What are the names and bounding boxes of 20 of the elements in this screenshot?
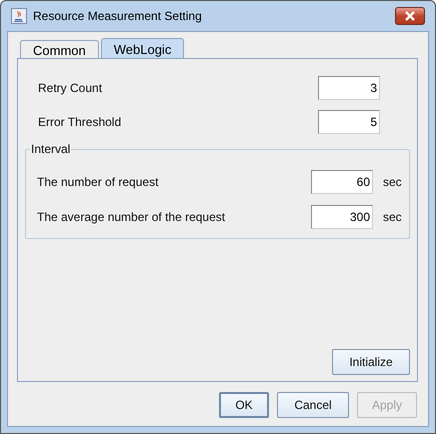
input-field[interactable]: 5 xyxy=(318,110,380,134)
dialog-button[interactable]: OK xyxy=(219,392,269,418)
close-button[interactable] xyxy=(395,7,425,25)
field-label: Retry Count xyxy=(38,81,104,95)
field-label: The number of request xyxy=(37,174,160,188)
tab[interactable]: WebLogic xyxy=(100,38,184,59)
tab[interactable]: Common xyxy=(20,40,99,60)
field-label: The average number of the request xyxy=(37,210,226,224)
unit-label: sec xyxy=(382,174,403,188)
input-field[interactable]: 60 xyxy=(311,170,373,194)
initialize-button[interactable]: Initialize xyxy=(332,349,410,375)
input-field[interactable]: 300 xyxy=(311,204,373,228)
unit-label: sec xyxy=(382,210,403,224)
group-title: Interval xyxy=(30,142,72,156)
input-field[interactable]: 3 xyxy=(318,76,380,100)
dialog-button[interactable]: Cancel xyxy=(277,392,349,418)
coffee-cup-icon xyxy=(11,8,27,24)
field-label: Error Threshold xyxy=(38,115,122,129)
close-icon xyxy=(404,11,416,21)
window-title: Resource Measurement Setting xyxy=(33,9,203,23)
